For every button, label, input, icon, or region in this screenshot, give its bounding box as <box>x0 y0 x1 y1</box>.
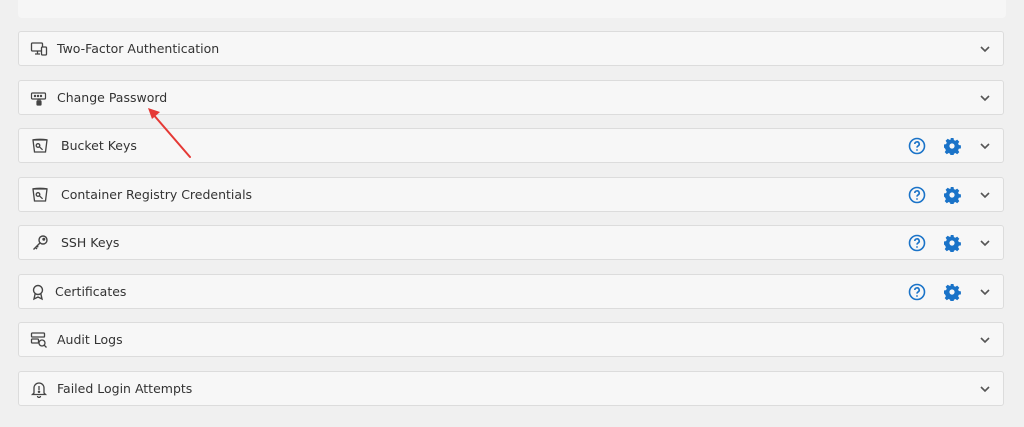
help-icon[interactable] <box>908 186 926 204</box>
help-icon[interactable] <box>908 137 926 155</box>
gear-icon[interactable] <box>943 283 961 301</box>
gear-icon[interactable] <box>943 186 961 204</box>
section-label: Failed Login Attempts <box>57 381 193 396</box>
section-certificates[interactable]: Certificates <box>18 274 1004 309</box>
chevron-down-icon[interactable] <box>977 332 993 348</box>
gear-icon[interactable] <box>943 234 961 252</box>
section-label: Audit Logs <box>57 332 123 347</box>
chevron-down-icon[interactable] <box>977 381 993 397</box>
chevron-down-icon[interactable] <box>977 41 993 57</box>
section-audit-logs[interactable]: Audit Logs <box>18 322 1004 357</box>
chevron-down-icon[interactable] <box>977 90 993 106</box>
key-icon <box>31 234 49 252</box>
gear-icon[interactable] <box>943 137 961 155</box>
monitor-phone-icon <box>30 40 48 58</box>
chevron-down-icon[interactable] <box>977 235 993 251</box>
bucket-key-icon <box>31 137 49 155</box>
section-label: Certificates <box>55 284 127 299</box>
chevron-down-icon[interactable] <box>977 138 993 154</box>
section-label: Bucket Keys <box>61 138 137 153</box>
chevron-down-icon[interactable] <box>977 187 993 203</box>
bell-alert-icon <box>30 380 48 398</box>
chevron-down-icon[interactable] <box>977 284 993 300</box>
section-container-registry-credentials[interactable]: Container Registry Credentials <box>18 177 1004 212</box>
section-label: SSH Keys <box>61 235 120 250</box>
password-key-icon <box>30 89 48 107</box>
section-two-factor-authentication[interactable]: Two-Factor Authentication <box>18 31 1004 66</box>
section-label: Two-Factor Authentication <box>57 41 220 56</box>
section-label: Container Registry Credentials <box>61 187 253 202</box>
annotation-arrow <box>148 108 191 158</box>
audit-log-icon <box>30 331 48 349</box>
section-failed-login-attempts[interactable]: Failed Login Attempts <box>18 371 1004 406</box>
section-ssh-keys[interactable]: SSH Keys <box>18 225 1004 260</box>
help-icon[interactable] <box>908 234 926 252</box>
certificate-icon <box>29 283 47 301</box>
top-panel <box>18 0 1006 18</box>
registry-key-icon <box>31 186 49 204</box>
help-icon[interactable] <box>908 283 926 301</box>
